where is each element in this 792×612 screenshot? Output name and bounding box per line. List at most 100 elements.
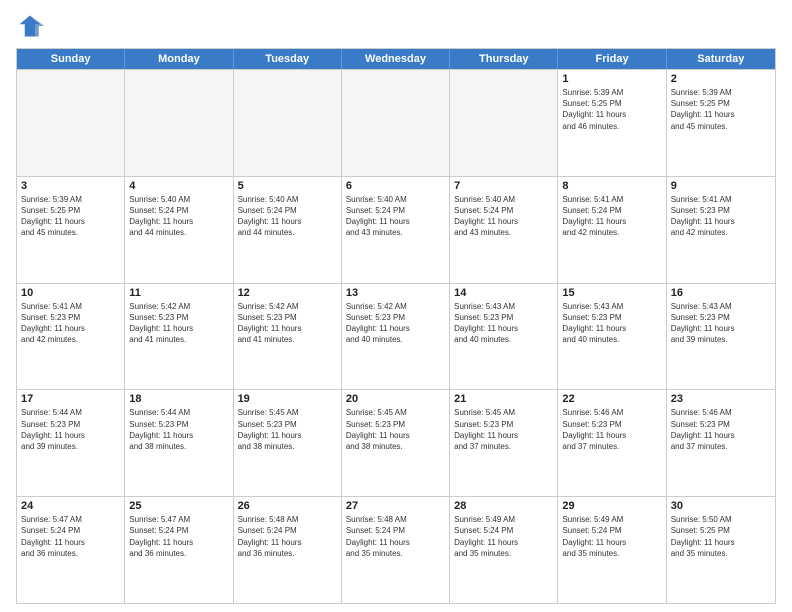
header-day-wednesday: Wednesday — [342, 49, 450, 69]
header-day-friday: Friday — [558, 49, 666, 69]
day-number: 4 — [129, 180, 228, 192]
header-day-thursday: Thursday — [450, 49, 558, 69]
page: SundayMondayTuesdayWednesdayThursdayFrid… — [0, 0, 792, 612]
day-number: 26 — [238, 500, 337, 512]
header-day-tuesday: Tuesday — [234, 49, 342, 69]
day-info: Sunrise: 5:41 AM Sunset: 5:23 PM Dayligh… — [21, 301, 120, 346]
day-number: 22 — [562, 393, 661, 405]
header-day-sunday: Sunday — [17, 49, 125, 69]
calendar-cell: 28 Sunrise: 5:49 AM Sunset: 5:24 PM Dayli… — [450, 497, 558, 603]
day-number: 9 — [671, 180, 771, 192]
day-number: 13 — [346, 287, 445, 299]
calendar-cell: 2Sunrise: 5:39 AM Sunset: 5:25 PM Daylig… — [667, 70, 775, 176]
day-number: 6 — [346, 180, 445, 192]
calendar-cell: 11 Sunrise: 5:42 AM Sunset: 5:23 PM Dayli… — [125, 284, 233, 390]
calendar-cell: 9Sunrise: 5:41 AM Sunset: 5:23 PM Daylig… — [667, 177, 775, 283]
calendar-cell — [17, 70, 125, 176]
day-info: Sunrise: 5:49 AM Sunset: 5:24 PM Dayligh… — [454, 514, 553, 559]
day-info: Sunrise: 5:43 AM Sunset: 5:23 PM Dayligh… — [671, 301, 771, 346]
day-number: 10 — [21, 287, 120, 299]
day-info: Sunrise: 5:47 AM Sunset: 5:24 PM Dayligh… — [129, 514, 228, 559]
calendar-cell: 25Sunrise: 5:47 AM Sunset: 5:24 PM Dayli… — [125, 497, 233, 603]
calendar-cell: 8 Sunrise: 5:41 AM Sunset: 5:24 PM Daylig… — [558, 177, 666, 283]
calendar-cell: 18 Sunrise: 5:44 AM Sunset: 5:23 PM Dayli… — [125, 390, 233, 496]
day-info: Sunrise: 5:45 AM Sunset: 5:23 PM Dayligh… — [238, 407, 337, 452]
calendar-cell — [125, 70, 233, 176]
day-info: Sunrise: 5:40 AM Sunset: 5:24 PM Dayligh… — [454, 194, 553, 239]
header-day-monday: Monday — [125, 49, 233, 69]
calendar-cell: 14 Sunrise: 5:43 AM Sunset: 5:23 PM Dayli… — [450, 284, 558, 390]
calendar-cell: 17 Sunrise: 5:44 AM Sunset: 5:23 PM Dayli… — [17, 390, 125, 496]
day-info: Sunrise: 5:39 AM Sunset: 5:25 PM Dayligh… — [671, 87, 771, 132]
calendar-cell: 10 Sunrise: 5:41 AM Sunset: 5:23 PM Dayli… — [17, 284, 125, 390]
calendar-cell: 6 Sunrise: 5:40 AM Sunset: 5:24 PM Daylig… — [342, 177, 450, 283]
day-number: 3 — [21, 180, 120, 192]
day-number: 7 — [454, 180, 553, 192]
day-number: 27 — [346, 500, 445, 512]
day-number: 28 — [454, 500, 553, 512]
calendar-row-3: 10 Sunrise: 5:41 AM Sunset: 5:23 PM Dayli… — [17, 283, 775, 390]
day-info: Sunrise: 5:44 AM Sunset: 5:23 PM Dayligh… — [129, 407, 228, 452]
day-number: 18 — [129, 393, 228, 405]
day-number: 30 — [671, 500, 771, 512]
day-info: Sunrise: 5:45 AM Sunset: 5:23 PM Dayligh… — [346, 407, 445, 452]
day-number: 1 — [562, 73, 661, 85]
header-day-saturday: Saturday — [667, 49, 775, 69]
day-number: 14 — [454, 287, 553, 299]
calendar-cell: 27Sunrise: 5:48 AM Sunset: 5:24 PM Dayli… — [342, 497, 450, 603]
day-info: Sunrise: 5:42 AM Sunset: 5:23 PM Dayligh… — [129, 301, 228, 346]
day-info: Sunrise: 5:46 AM Sunset: 5:23 PM Dayligh… — [562, 407, 661, 452]
calendar-row-1: 1 Sunrise: 5:39 AM Sunset: 5:25 PM Daylig… — [17, 69, 775, 176]
calendar-header: SundayMondayTuesdayWednesdayThursdayFrid… — [17, 49, 775, 69]
calendar-cell: 19 Sunrise: 5:45 AM Sunset: 5:23 PM Dayli… — [234, 390, 342, 496]
calendar-cell: 13 Sunrise: 5:42 AM Sunset: 5:23 PM Dayli… — [342, 284, 450, 390]
calendar-cell: 21Sunrise: 5:45 AM Sunset: 5:23 PM Dayli… — [450, 390, 558, 496]
calendar-row-4: 17 Sunrise: 5:44 AM Sunset: 5:23 PM Dayli… — [17, 389, 775, 496]
day-number: 24 — [21, 500, 120, 512]
day-info: Sunrise: 5:42 AM Sunset: 5:23 PM Dayligh… — [346, 301, 445, 346]
header — [16, 12, 776, 40]
day-info: Sunrise: 5:42 AM Sunset: 5:23 PM Dayligh… — [238, 301, 337, 346]
calendar-cell — [342, 70, 450, 176]
calendar-cell: 30 Sunrise: 5:50 AM Sunset: 5:25 PM Dayli… — [667, 497, 775, 603]
calendar-cell: 7 Sunrise: 5:40 AM Sunset: 5:24 PM Daylig… — [450, 177, 558, 283]
day-info: Sunrise: 5:48 AM Sunset: 5:24 PM Dayligh… — [238, 514, 337, 559]
day-info: Sunrise: 5:39 AM Sunset: 5:25 PM Dayligh… — [21, 194, 120, 239]
day-info: Sunrise: 5:40 AM Sunset: 5:24 PM Dayligh… — [346, 194, 445, 239]
calendar-cell: 3 Sunrise: 5:39 AM Sunset: 5:25 PM Daylig… — [17, 177, 125, 283]
day-number: 19 — [238, 393, 337, 405]
logo-icon — [16, 12, 44, 40]
day-info: Sunrise: 5:40 AM Sunset: 5:24 PM Dayligh… — [238, 194, 337, 239]
day-number: 23 — [671, 393, 771, 405]
day-number: 17 — [21, 393, 120, 405]
day-info: Sunrise: 5:50 AM Sunset: 5:25 PM Dayligh… — [671, 514, 771, 559]
calendar-cell: 12 Sunrise: 5:42 AM Sunset: 5:23 PM Dayli… — [234, 284, 342, 390]
day-number: 5 — [238, 180, 337, 192]
day-info: Sunrise: 5:39 AM Sunset: 5:25 PM Dayligh… — [562, 87, 661, 132]
day-number: 16 — [671, 287, 771, 299]
day-info: Sunrise: 5:49 AM Sunset: 5:24 PM Dayligh… — [562, 514, 661, 559]
calendar-row-2: 3 Sunrise: 5:39 AM Sunset: 5:25 PM Daylig… — [17, 176, 775, 283]
day-info: Sunrise: 5:40 AM Sunset: 5:24 PM Dayligh… — [129, 194, 228, 239]
day-number: 12 — [238, 287, 337, 299]
day-info: Sunrise: 5:46 AM Sunset: 5:23 PM Dayligh… — [671, 407, 771, 452]
day-info: Sunrise: 5:47 AM Sunset: 5:24 PM Dayligh… — [21, 514, 120, 559]
day-number: 8 — [562, 180, 661, 192]
day-info: Sunrise: 5:43 AM Sunset: 5:23 PM Dayligh… — [562, 301, 661, 346]
day-number: 29 — [562, 500, 661, 512]
day-number: 21 — [454, 393, 553, 405]
day-number: 11 — [129, 287, 228, 299]
calendar-cell: 4 Sunrise: 5:40 AM Sunset: 5:24 PM Daylig… — [125, 177, 233, 283]
logo — [16, 12, 48, 40]
calendar-cell: 22 Sunrise: 5:46 AM Sunset: 5:23 PM Dayli… — [558, 390, 666, 496]
day-info: Sunrise: 5:43 AM Sunset: 5:23 PM Dayligh… — [454, 301, 553, 346]
calendar-cell: 29 Sunrise: 5:49 AM Sunset: 5:24 PM Dayli… — [558, 497, 666, 603]
calendar-body: 1 Sunrise: 5:39 AM Sunset: 5:25 PM Daylig… — [17, 69, 775, 603]
calendar-cell — [234, 70, 342, 176]
calendar-row-5: 24 Sunrise: 5:47 AM Sunset: 5:24 PM Dayli… — [17, 496, 775, 603]
calendar-cell: 23 Sunrise: 5:46 AM Sunset: 5:23 PM Dayli… — [667, 390, 775, 496]
calendar-cell: 24 Sunrise: 5:47 AM Sunset: 5:24 PM Dayli… — [17, 497, 125, 603]
day-info: Sunrise: 5:44 AM Sunset: 5:23 PM Dayligh… — [21, 407, 120, 452]
day-info: Sunrise: 5:41 AM Sunset: 5:24 PM Dayligh… — [562, 194, 661, 239]
calendar-cell: 16 Sunrise: 5:43 AM Sunset: 5:23 PM Dayli… — [667, 284, 775, 390]
